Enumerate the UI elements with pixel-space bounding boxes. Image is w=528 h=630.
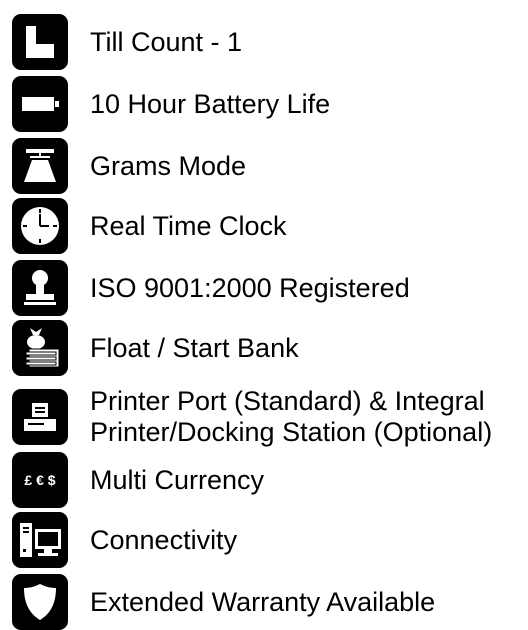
label-line-1: Printer Port (Standard) & Integral	[90, 386, 485, 416]
feature-printer: Printer Port (Standard) & Integral Print…	[12, 386, 492, 448]
clock-icon	[12, 198, 68, 254]
feature-label: Connectivity	[90, 524, 238, 555]
label-line-2: Printer/Docking Station (Optional)	[90, 417, 493, 447]
feature-connectivity: Connectivity	[12, 512, 237, 568]
feature-label: Real Time Clock	[90, 210, 287, 241]
feature-clock: Real Time Clock	[12, 198, 287, 254]
feature-currency: £ € $ Multi Currency	[12, 452, 264, 508]
feature-label: Grams Mode	[90, 150, 247, 181]
computer-icon	[12, 512, 68, 568]
feature-warranty: Extended Warranty Available	[12, 574, 435, 630]
feature-list: Till Count - 1 10 Hour Battery Life Gram…	[0, 0, 528, 630]
feature-label: Till Count - 1	[90, 26, 243, 57]
feature-iso: ISO 9001:2000 Registered	[12, 260, 410, 316]
printer-icon	[12, 389, 68, 445]
feature-label: Float / Start Bank	[90, 332, 299, 363]
feature-label: Printer Port (Standard) & Integral Print…	[90, 386, 492, 448]
currency-icon: £ € $	[12, 452, 68, 508]
scale-icon	[12, 138, 68, 194]
feature-till-count: Till Count - 1	[12, 14, 242, 70]
feature-label: Extended Warranty Available	[90, 586, 436, 617]
feature-battery: 10 Hour Battery Life	[12, 76, 330, 132]
currency-symbols: £ € $	[24, 472, 56, 488]
shield-icon	[12, 574, 68, 630]
feature-float: Float / Start Bank	[12, 320, 299, 376]
feature-label: 10 Hour Battery Life	[90, 88, 331, 119]
feature-label: ISO 9001:2000 Registered	[90, 272, 410, 303]
till-count-icon	[12, 14, 68, 70]
iso-stamp-icon	[12, 260, 68, 316]
money-bag-icon	[12, 320, 68, 376]
battery-icon	[12, 76, 68, 132]
feature-label: Multi Currency	[90, 464, 265, 495]
feature-grams-mode: Grams Mode	[12, 138, 246, 194]
